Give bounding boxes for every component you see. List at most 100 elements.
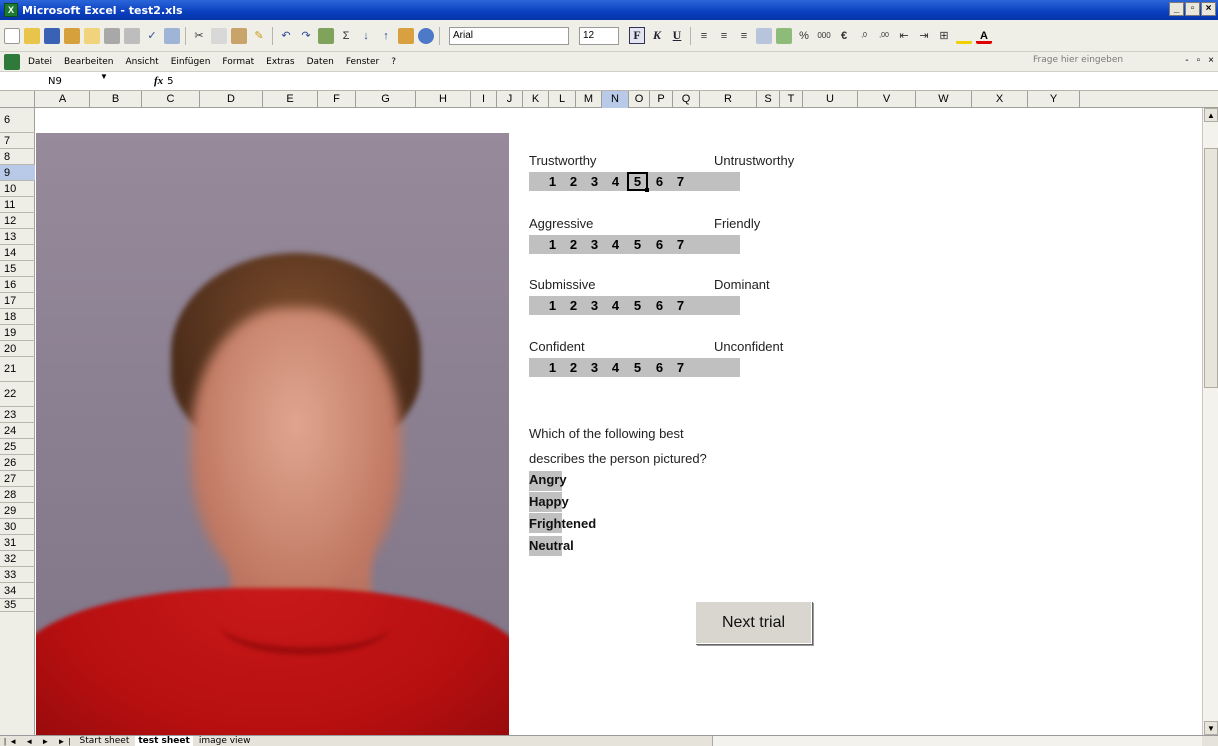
name-box-dropdown-icon[interactable]: ▼ <box>100 72 108 81</box>
help-icon[interactable] <box>418 27 434 44</box>
column-header[interactable]: G <box>356 91 416 108</box>
menu-fenster[interactable]: Fenster <box>346 57 379 67</box>
workbook-minimize-icon[interactable]: - <box>1185 55 1188 66</box>
column-header[interactable]: J <box>497 91 523 108</box>
scale-option-1[interactable]: 1 <box>542 358 563 377</box>
increase-indent-icon[interactable]: ⇥ <box>916 28 932 44</box>
scale-option-3[interactable]: 3 <box>584 172 605 191</box>
scale-option-7[interactable]: 7 <box>670 358 691 377</box>
row-header[interactable]: 21 <box>0 357 35 382</box>
decrease-indent-icon[interactable]: ⇤ <box>896 28 912 44</box>
menu-format[interactable]: Format <box>222 57 254 67</box>
restore-button[interactable]: ▫ <box>1185 2 1200 16</box>
font-color-icon[interactable]: A <box>976 28 992 44</box>
column-header[interactable]: B <box>90 91 142 108</box>
font-size-box[interactable]: 12 <box>579 26 619 45</box>
merge-center-icon[interactable] <box>756 27 772 44</box>
row-header[interactable]: 35 <box>0 599 35 612</box>
row-header[interactable]: 34 <box>0 583 35 599</box>
scale-option-4[interactable]: 4 <box>605 296 626 315</box>
scale-option-5[interactable]: 5 <box>627 358 648 377</box>
scale-option-2[interactable]: 2 <box>563 235 584 254</box>
scale-option-2[interactable]: 2 <box>563 358 584 377</box>
column-header[interactable]: D <box>200 91 263 108</box>
scale-option-6[interactable]: 6 <box>649 358 670 377</box>
minimize-button[interactable]: _ <box>1169 2 1184 16</box>
underline-icon[interactable]: U <box>669 28 685 43</box>
scale-option-4[interactable]: 4 <box>605 235 626 254</box>
format-painter-icon[interactable]: ✎ <box>251 28 267 44</box>
font-name-box[interactable]: Arial <box>449 26 569 45</box>
bold-icon[interactable]: F <box>629 27 645 44</box>
column-header[interactable]: X <box>972 91 1028 108</box>
row-header[interactable]: 20 <box>0 341 35 357</box>
column-header[interactable]: I <box>471 91 497 108</box>
row-header[interactable]: 11 <box>0 197 35 213</box>
row-header[interactable]: 23 <box>0 407 35 423</box>
column-header[interactable]: E <box>263 91 318 108</box>
paste-icon[interactable] <box>231 27 247 44</box>
cut-icon[interactable]: ✂ <box>191 28 207 44</box>
column-header[interactable]: K <box>523 91 549 108</box>
scale-option-3[interactable]: 3 <box>584 358 605 377</box>
workbook-restore-icon[interactable]: ▫ <box>1197 55 1201 66</box>
menu-einfuegen[interactable]: Einfügen <box>171 57 211 67</box>
row-header[interactable]: 15 <box>0 261 35 277</box>
row-header[interactable]: 32 <box>0 551 35 567</box>
workbook-icon[interactable] <box>4 53 20 70</box>
email-icon[interactable] <box>84 27 100 44</box>
column-header[interactable]: W <box>916 91 972 108</box>
scroll-down-icon[interactable]: ▼ <box>1204 721 1218 735</box>
column-header[interactable]: Q <box>673 91 700 108</box>
scroll-thumb[interactable] <box>1204 148 1218 388</box>
align-center-icon[interactable]: ≡ <box>716 28 732 44</box>
name-box[interactable]: N9 <box>0 73 92 90</box>
column-header[interactable]: F <box>318 91 356 108</box>
scale-option-2[interactable]: 2 <box>563 296 584 315</box>
row-header[interactable]: 8 <box>0 149 35 165</box>
save-icon[interactable] <box>44 27 60 44</box>
option-angry[interactable]: Angry <box>529 472 567 487</box>
scale-option-5[interactable]: 5 <box>627 235 648 254</box>
row-header[interactable]: 25 <box>0 439 35 455</box>
select-all-corner[interactable] <box>0 91 35 108</box>
tab-start-sheet[interactable]: Start sheet <box>80 736 130 746</box>
close-button[interactable]: × <box>1201 2 1216 16</box>
row-header[interactable]: 19 <box>0 325 35 341</box>
euro-icon[interactable]: € <box>836 28 852 44</box>
row-header[interactable]: 13 <box>0 229 35 245</box>
column-header[interactable]: A <box>36 91 90 108</box>
spelling-icon[interactable]: ✓ <box>144 28 160 44</box>
copy-icon[interactable] <box>211 27 227 44</box>
column-header[interactable]: V <box>858 91 916 108</box>
column-header[interactable]: Y <box>1028 91 1080 108</box>
column-header[interactable]: L <box>549 91 576 108</box>
scale-option-6[interactable]: 6 <box>649 172 670 191</box>
vertical-scrollbar[interactable]: ▲ ▼ <box>1202 108 1218 735</box>
permission-icon[interactable] <box>64 27 80 44</box>
decrease-decimal-icon[interactable]: ,00 <box>876 28 892 44</box>
row-header[interactable]: 24 <box>0 423 35 439</box>
sort-descending-icon[interactable]: ↑ <box>378 28 394 44</box>
row-header[interactable]: 12 <box>0 213 35 229</box>
workbook-close-icon[interactable]: × <box>1208 55 1214 66</box>
fill-color-icon[interactable] <box>956 28 972 44</box>
menu-extras[interactable]: Extras <box>266 57 294 67</box>
row-header[interactable]: 28 <box>0 487 35 503</box>
column-header[interactable]: O <box>629 91 650 108</box>
row-header[interactable]: 30 <box>0 519 35 535</box>
scale-option-5[interactable]: 5 <box>627 296 648 315</box>
print-preview-icon[interactable] <box>124 27 140 44</box>
option-happy[interactable]: Happy <box>529 494 569 509</box>
chart-wizard-icon[interactable] <box>398 27 414 44</box>
row-header[interactable]: 10 <box>0 181 35 197</box>
scale-option-1[interactable]: 1 <box>542 296 563 315</box>
formula-input[interactable]: 5 <box>167 76 173 87</box>
borders-icon[interactable]: ⊞ <box>936 28 952 44</box>
column-header[interactable]: C <box>142 91 200 108</box>
autosum-icon[interactable]: Σ <box>338 28 354 44</box>
scroll-up-icon[interactable]: ▲ <box>1204 108 1218 122</box>
scale-option-7[interactable]: 7 <box>670 235 691 254</box>
column-header[interactable]: P <box>650 91 673 108</box>
column-header[interactable]: H <box>416 91 471 108</box>
